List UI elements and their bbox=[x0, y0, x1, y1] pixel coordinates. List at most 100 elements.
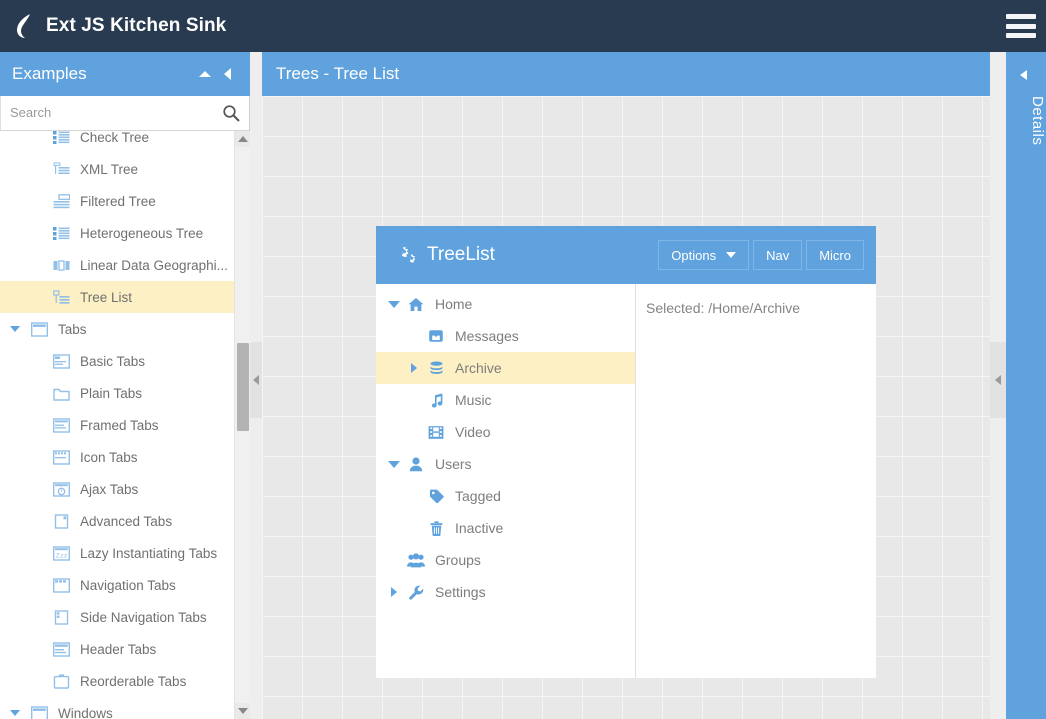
sidebar-item-navigation-tabs[interactable]: Navigation Tabs bbox=[0, 569, 234, 601]
sidebar-item-label: Check Tree bbox=[80, 131, 149, 145]
trash-icon bbox=[424, 521, 448, 536]
framed-tabs-icon bbox=[48, 418, 74, 433]
sidebar-item-tabs[interactable]: Tabs bbox=[0, 313, 234, 345]
sidebar-item-tree-list[interactable]: Tree List bbox=[0, 281, 234, 313]
filtered-tree-icon bbox=[48, 194, 74, 209]
sidebar-item-filtered-tree[interactable]: Filtered Tree bbox=[0, 185, 234, 217]
check-tree-icon bbox=[48, 131, 74, 145]
details-panel-label: Details bbox=[1006, 96, 1046, 145]
sidebar-item-reorderable-tabs[interactable]: Reorderable Tabs bbox=[0, 665, 234, 697]
micro-button[interactable]: Micro bbox=[806, 240, 864, 270]
chevron-left-icon[interactable] bbox=[1020, 70, 1027, 80]
sidebar-item-label: Lazy Instantiating Tabs bbox=[80, 546, 217, 561]
left-splitter[interactable] bbox=[250, 52, 262, 719]
sidebar-header: Examples bbox=[0, 52, 250, 96]
treelist-item-video[interactable]: Video bbox=[376, 416, 635, 448]
database-icon bbox=[424, 361, 448, 376]
sidebar-item-ajax-tabs[interactable]: Ajax Tabs bbox=[0, 473, 234, 505]
options-button[interactable]: Options bbox=[658, 240, 749, 270]
scroll-up-icon[interactable] bbox=[235, 131, 250, 147]
main-content: Trees - Tree List bbox=[262, 52, 990, 719]
treelist-item-home[interactable]: Home bbox=[376, 288, 635, 320]
examples-sidebar: Examples Check Tree bbox=[0, 52, 250, 719]
sidebar-item-side-navigation-tabs[interactable]: Side Navigation Tabs bbox=[0, 601, 234, 633]
treelist-item-groups[interactable]: Groups bbox=[376, 544, 635, 576]
search-input[interactable] bbox=[1, 96, 249, 129]
sidebar-item-label: Side Navigation Tabs bbox=[80, 610, 207, 625]
treelist-item-label: Video bbox=[455, 424, 491, 440]
hamburger-menu-icon[interactable] bbox=[1006, 14, 1036, 38]
chevron-right-icon[interactable] bbox=[384, 587, 404, 597]
sidebar-item-xml-tree[interactable]: XML Tree bbox=[0, 153, 234, 185]
sidebar-item-header-tabs[interactable]: Header Tabs bbox=[0, 633, 234, 665]
treelist-item-archive[interactable]: Archive bbox=[376, 352, 635, 384]
search-bar bbox=[0, 96, 250, 131]
treelist-item-users[interactable]: Users bbox=[376, 448, 635, 480]
chevron-down-icon[interactable] bbox=[4, 326, 26, 332]
collapse-right-icon[interactable] bbox=[990, 342, 1006, 418]
scrollbar-thumb[interactable] bbox=[237, 343, 249, 431]
chevron-down-icon[interactable] bbox=[4, 710, 26, 716]
scroll-down-icon[interactable] bbox=[235, 703, 250, 719]
sidebar-item-label: Basic Tabs bbox=[80, 354, 145, 369]
wrench-icon bbox=[404, 585, 428, 600]
app-title: Ext JS Kitchen Sink bbox=[46, 15, 226, 37]
chevron-right-icon[interactable] bbox=[404, 363, 424, 373]
sidebar-item-label: Reorderable Tabs bbox=[80, 674, 186, 689]
lazy-tabs-icon: Zzz bbox=[48, 546, 74, 561]
chevron-down-icon[interactable] bbox=[384, 461, 404, 468]
chevron-up-icon[interactable] bbox=[198, 67, 212, 81]
collapse-left-icon[interactable] bbox=[250, 342, 262, 418]
film-icon bbox=[424, 425, 448, 440]
chevron-left-icon[interactable] bbox=[220, 67, 234, 81]
svg-text:Z: Z bbox=[56, 552, 60, 559]
sidebar-item-advanced-tabs[interactable]: Advanced Tabs bbox=[0, 505, 234, 537]
main-header: Trees - Tree List bbox=[262, 52, 990, 96]
nav-button[interactable]: Nav bbox=[753, 240, 802, 270]
treelist-item-label: Tagged bbox=[455, 488, 501, 504]
side-navigation-tabs-icon bbox=[48, 610, 74, 625]
treelist-item-music[interactable]: Music bbox=[376, 384, 635, 416]
sidebar-item-icon-tabs[interactable]: Icon Tabs bbox=[0, 441, 234, 473]
sidebar-item-framed-tabs[interactable]: Framed Tabs bbox=[0, 409, 234, 441]
chevron-down-icon bbox=[726, 252, 736, 258]
plain-tabs-icon bbox=[48, 386, 74, 401]
sidebar-item-linear-data-geographi[interactable]: Linear Data Geographi... bbox=[0, 249, 234, 281]
sidebar-item-lazy-instantiating-tabs[interactable]: Zzz Lazy Instantiating Tabs bbox=[0, 537, 234, 569]
treelist-item-label: Messages bbox=[455, 328, 519, 344]
sidebar-item-label: XML Tree bbox=[80, 162, 138, 177]
users-group-icon bbox=[404, 553, 428, 568]
linear-data-icon bbox=[48, 258, 74, 273]
treelist-item-label: Music bbox=[455, 392, 492, 408]
sidebar-item-windows[interactable]: Windows bbox=[0, 697, 234, 719]
tag-icon bbox=[424, 489, 448, 504]
sidebar-item-basic-tabs[interactable]: Basic Tabs bbox=[0, 345, 234, 377]
treelist-item-settings[interactable]: Settings bbox=[376, 576, 635, 608]
gears-icon bbox=[396, 245, 418, 265]
inbox-icon bbox=[424, 329, 448, 343]
chevron-down-icon[interactable] bbox=[384, 301, 404, 308]
tree-list-icon bbox=[48, 290, 74, 305]
treelist-item-inactive[interactable]: Inactive bbox=[376, 512, 635, 544]
demo-canvas: TreeList OptionsNavMicro HomeMessagesArc… bbox=[262, 96, 990, 719]
treelist-item-tagged[interactable]: Tagged bbox=[376, 480, 635, 512]
sidebar-item-plain-tabs[interactable]: Plain Tabs bbox=[0, 377, 234, 409]
sidebar-item-label: Navigation Tabs bbox=[80, 578, 176, 593]
app-header: Ext JS Kitchen Sink bbox=[0, 0, 1046, 52]
search-icon[interactable] bbox=[222, 104, 240, 122]
sidebar-item-label: Ajax Tabs bbox=[80, 482, 138, 497]
sidebar-item-heterogeneous-tree[interactable]: Heterogeneous Tree bbox=[0, 217, 234, 249]
sidebar-item-label: Plain Tabs bbox=[80, 386, 142, 401]
treelist-item-label: Groups bbox=[435, 552, 481, 568]
sidebar-item-label: Tree List bbox=[80, 290, 132, 305]
user-icon bbox=[404, 457, 428, 472]
sidebar-item-label: Advanced Tabs bbox=[80, 514, 172, 529]
sidebar-item-label: Filtered Tree bbox=[80, 194, 156, 209]
treelist-demo-panel: TreeList OptionsNavMicro HomeMessagesArc… bbox=[376, 226, 876, 678]
sidebar-scrollbar[interactable] bbox=[234, 131, 250, 719]
treelist-detail-pane: Selected: /Home/Archive bbox=[636, 284, 876, 678]
treelist-item-messages[interactable]: Messages bbox=[376, 320, 635, 352]
treelist-item-label: Archive bbox=[455, 360, 502, 376]
right-splitter[interactable] bbox=[990, 52, 1006, 719]
sidebar-item-check-tree[interactable]: Check Tree bbox=[0, 131, 234, 153]
